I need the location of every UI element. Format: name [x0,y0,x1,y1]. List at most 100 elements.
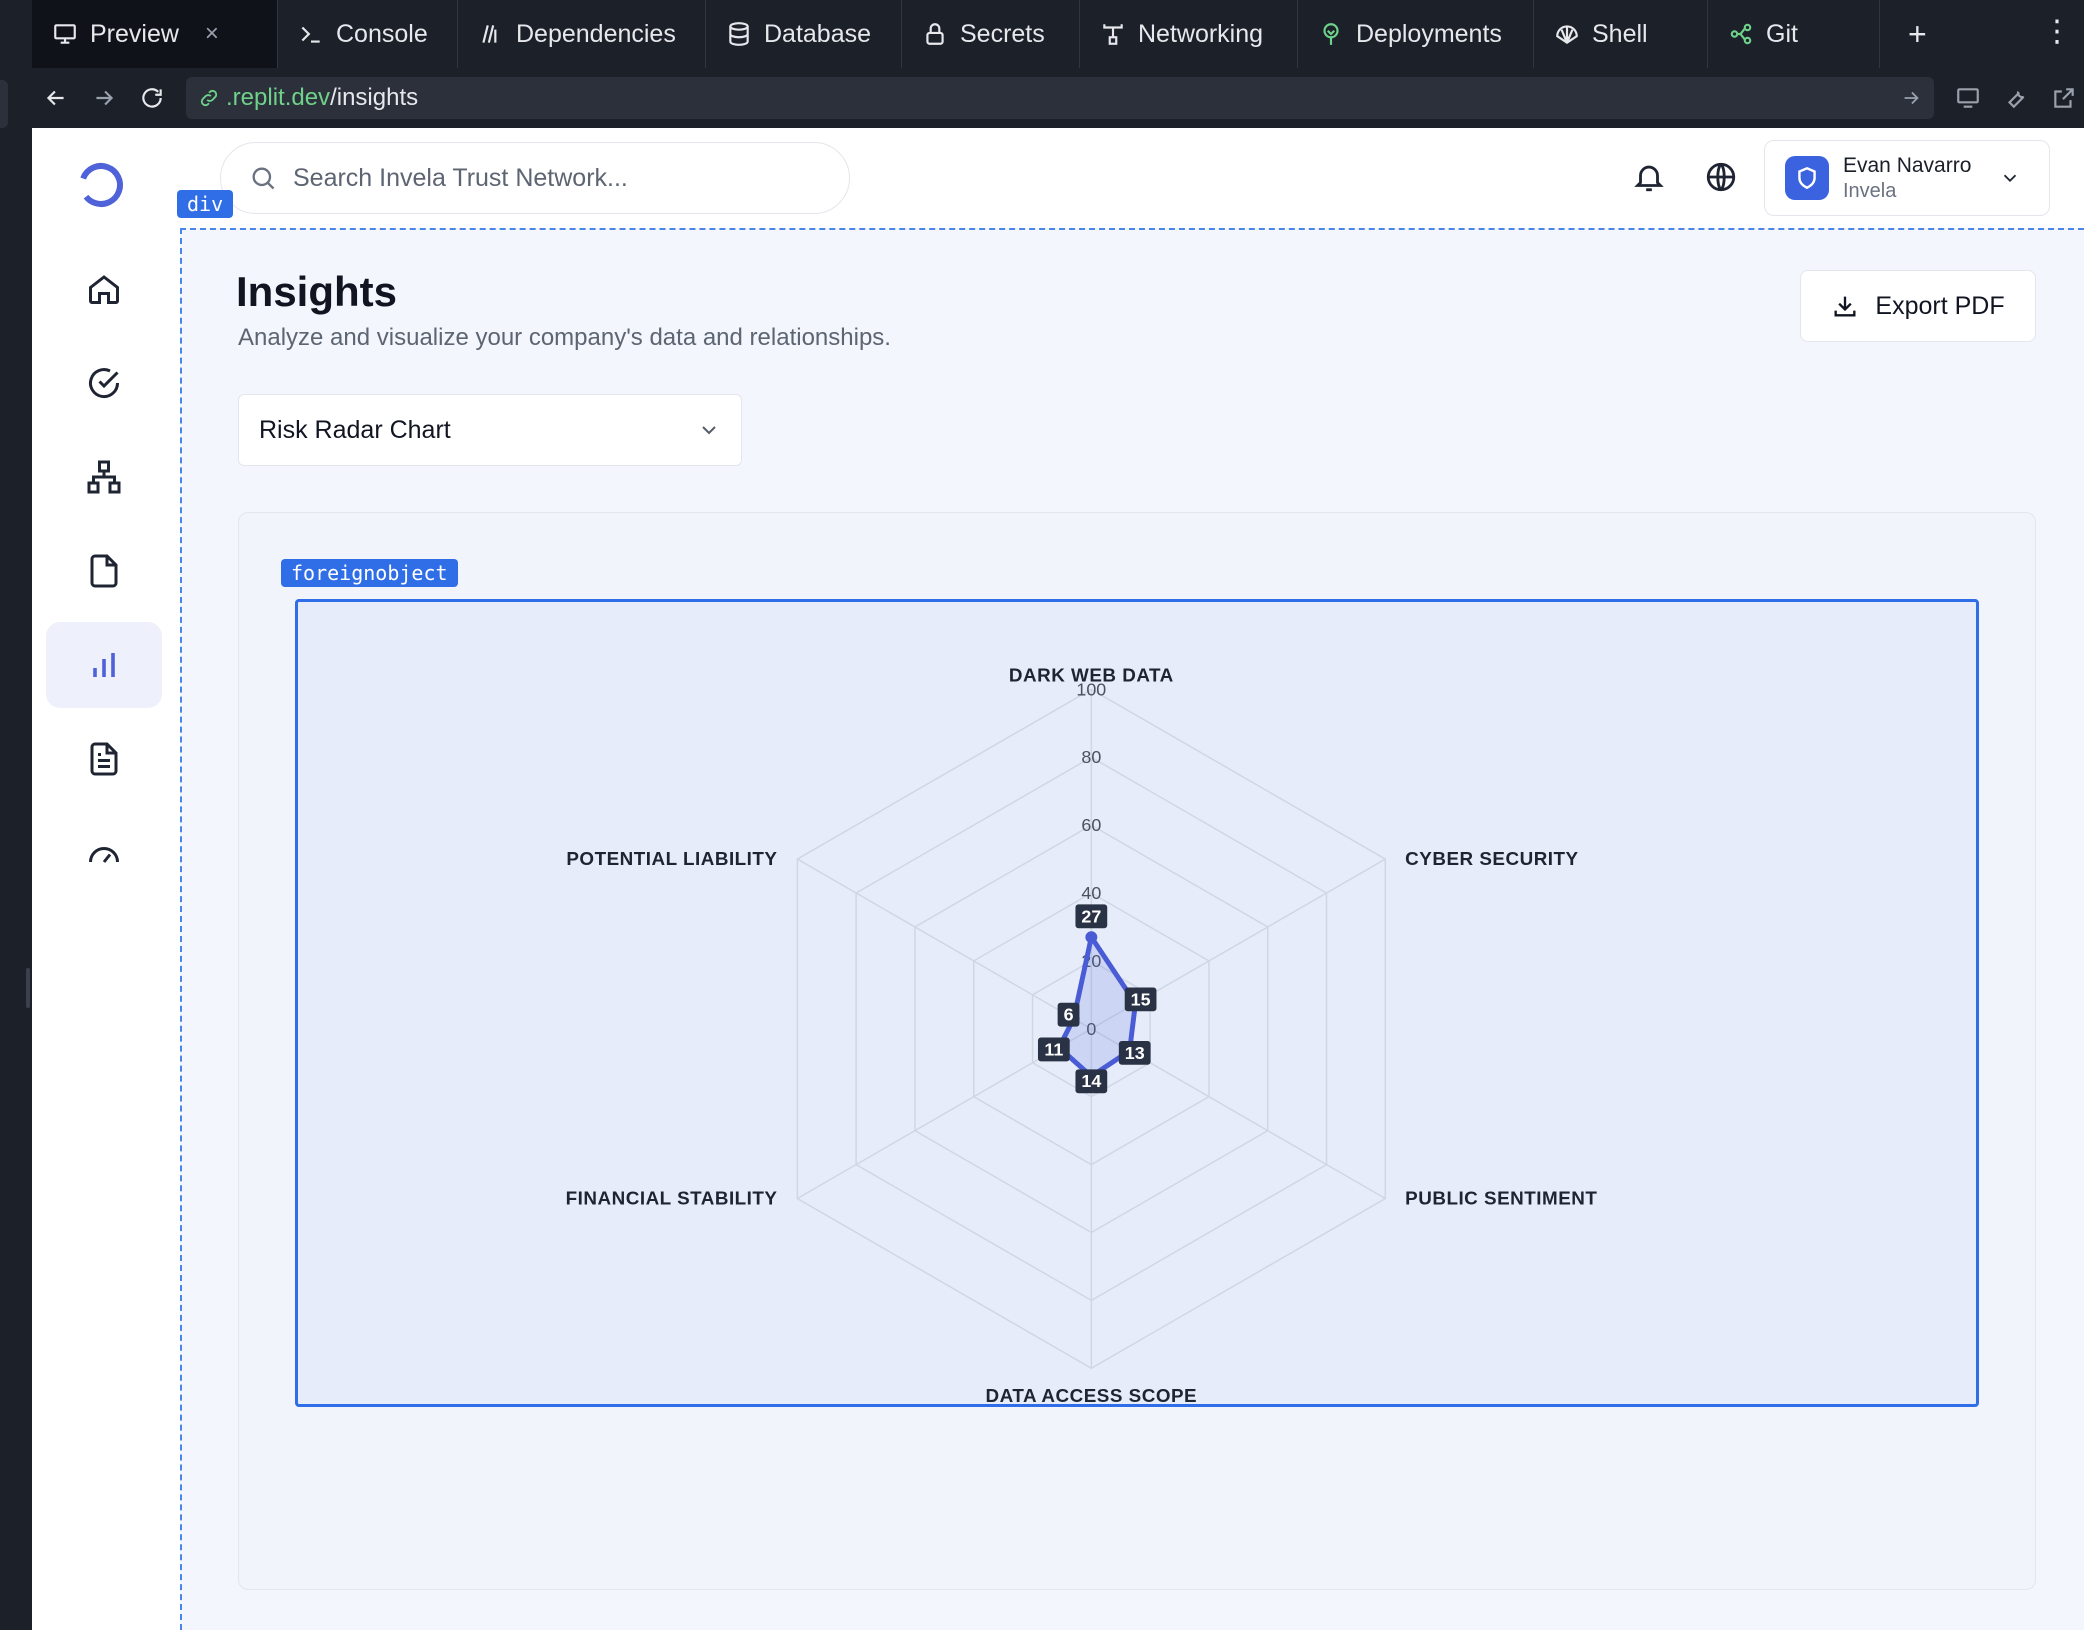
tab-console[interactable]: Console [278,0,458,68]
user-menu[interactable]: Evan Navarro Invela [1764,140,2050,216]
chart-type-select[interactable]: Risk Radar Chart [238,394,742,466]
link-icon [198,87,220,109]
ide-tab-bar: Preview × Console Dependencies Database … [0,0,2084,68]
axis-label: CYBER SECURITY [1405,848,1578,869]
devtools-foreignobject-tag: foreignobject [281,559,458,587]
globe-icon[interactable] [1704,160,1738,194]
tab-label: Secrets [960,19,1045,48]
networking-icon [1100,21,1126,47]
axis-label: DARK WEB DATA [1009,664,1174,685]
tab-dependencies[interactable]: Dependencies [458,0,706,68]
invela-logo[interactable] [76,160,126,210]
dependencies-icon [478,21,504,47]
tab-deployments[interactable]: Deployments [1298,0,1534,68]
bar-chart-icon [93,653,115,677]
back-arrow-icon[interactable] [32,74,80,122]
tab-label: Preview [90,19,179,48]
axis-label: DATA ACCESS SCOPE [986,1385,1198,1404]
sidebar-item-risk[interactable] [46,810,162,896]
avatar [1785,156,1829,200]
reload-icon[interactable] [128,74,176,122]
shield-icon [1798,166,1816,190]
tab-label: Console [336,19,428,48]
network-icon [87,460,121,494]
tab-database[interactable]: Database [706,0,902,68]
tab-preview[interactable]: Preview × [32,0,278,68]
axis-label: POTENTIAL LIABILITY [566,848,777,869]
database-icon [726,21,752,47]
main-content: Insights Analyze and visualize your comp… [180,228,2084,1630]
data-label: 15 [1131,989,1151,1009]
chevron-down-icon [702,426,716,435]
sidebar-item-documents[interactable] [46,716,162,802]
deployments-icon [1318,21,1344,47]
data-label: 11 [1044,1039,1063,1059]
more-icon[interactable]: ⋮ [2042,14,2072,49]
tab-git[interactable]: Git [1708,0,1880,68]
tick-label: 60 [1081,815,1101,835]
page-title: Insights [236,268,398,315]
document-icon [90,742,118,776]
terminal-icon [298,21,324,47]
search-placeholder: Search Invela Trust Network... [293,163,628,192]
data-label: 27 [1081,906,1101,926]
page-subtitle: Analyze and visualize your company's dat… [238,324,891,351]
panel-toggle[interactable] [0,80,8,128]
grid-spoke [796,858,1092,1030]
open-external-icon[interactable] [2044,74,2084,122]
search-input[interactable]: Search Invela Trust Network... [220,142,850,214]
url-host: .replit.dev [226,84,331,111]
data-point [1085,931,1098,944]
radar-chart-container: 020406080100DARK WEB DATACYBER SECURITYP… [295,599,1979,1407]
tab-label: Shell [1592,19,1648,48]
file-icon [90,554,118,588]
close-icon[interactable]: × [205,20,219,48]
url-input[interactable]: .replit.dev /insights [186,77,1934,119]
bell-icon[interactable] [1632,160,1666,194]
tab-label: Dependencies [516,19,676,48]
url-path: /insights [330,84,419,111]
app-viewport: Search Invela Trust Network... Evan Nava… [32,128,2084,1630]
axis-label: FINANCIAL STABILITY [566,1187,778,1208]
data-label: 14 [1081,1071,1101,1091]
wrench-icon[interactable] [1996,74,2036,122]
sidebar-item-insights[interactable] [46,622,162,708]
export-label: Export PDF [1875,291,2005,320]
monitor-icon [52,21,78,47]
app-header: Search Invela Trust Network... Evan Nava… [180,128,2084,228]
forward-arrow-icon[interactable] [80,74,128,122]
sidebar-item-files[interactable] [46,528,162,614]
sidebar-item-network[interactable] [46,434,162,520]
tab-secrets[interactable]: Secrets [902,0,1080,68]
ide-left-strip [0,68,32,1630]
lock-icon [922,21,948,47]
add-tab-button[interactable]: + [1880,0,1955,68]
tab-label: Database [764,19,872,48]
data-label: 13 [1125,1043,1145,1063]
preview-nav-bar: .replit.dev /insights [32,68,2084,128]
tick-label: 40 [1081,883,1101,903]
go-arrow-icon[interactable] [1900,87,1922,109]
select-value: Risk Radar Chart [259,415,451,444]
tab-bar-edge [0,0,32,68]
gauge-icon [89,847,119,863]
radar-chart: 020406080100DARK WEB DATACYBER SECURITYP… [566,664,1597,1404]
user-org: Invela [1843,179,1897,202]
sidebar [32,128,180,1630]
export-pdf-button[interactable]: Export PDF [1800,270,2036,342]
tab-shell[interactable]: Shell [1534,0,1708,68]
device-preview-icon[interactable] [1948,74,1988,122]
tab-label: Git [1766,19,1798,48]
sidebar-item-home[interactable] [46,246,162,332]
tab-label: Networking [1138,19,1264,48]
axis-label: PUBLIC SENTIMENT [1405,1187,1597,1208]
git-icon [1728,21,1754,47]
tab-networking[interactable]: Networking [1080,0,1298,68]
resize-handle[interactable] [26,968,30,1008]
sidebar-item-tasks[interactable] [46,340,162,426]
tick-label: 80 [1081,747,1101,767]
devtools-div-tag: div [177,190,234,218]
check-circle-icon [89,368,120,399]
search-icon [252,167,275,190]
user-name: Evan Navarro [1843,153,1972,177]
